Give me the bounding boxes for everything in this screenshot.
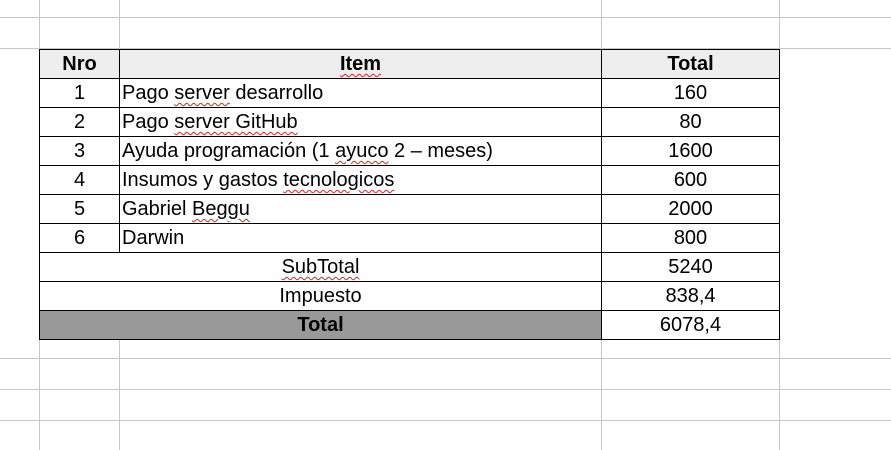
grand-total-label-cell[interactable]: Total [39, 310, 602, 340]
item-text-misspelled: server [174, 82, 230, 104]
cell-item[interactable]: Darwin [119, 223, 602, 253]
item-text-misspelled: server GitHub [174, 111, 298, 133]
item-text: 2 – meses) [388, 140, 493, 162]
item-text: Pago [122, 82, 175, 104]
tax-row: Impuesto 838,4 [39, 281, 780, 311]
spreadsheet-area[interactable]: Nro Item Total 1 Pago server desarrollo … [0, 0, 891, 450]
grid-line [0, 420, 891, 421]
grid-line [0, 389, 891, 390]
header-total-label: Total [667, 53, 714, 75]
cell-item[interactable]: Pago server GitHub [119, 107, 602, 137]
cell-item[interactable]: Pago server desarrollo [119, 78, 602, 108]
grid-line [0, 358, 891, 359]
item-text-misspelled: tecnologicos [283, 169, 395, 191]
item-text: desarrollo [229, 82, 324, 104]
cell-total[interactable]: 800 [601, 223, 780, 253]
cell-item[interactable]: Insumos y gastos tecnologicos [119, 165, 602, 195]
grand-total-row: Total 6078,4 [39, 310, 780, 340]
grand-total-value[interactable]: 6078,4 [601, 310, 780, 340]
cell-nro[interactable]: 5 [39, 194, 120, 224]
item-text-misspelled: Beggu [192, 198, 250, 220]
cell-nro[interactable]: 1 [39, 78, 120, 108]
grid-line [0, 17, 891, 18]
cell-total[interactable]: 80 [601, 107, 780, 137]
cell-nro[interactable]: 6 [39, 223, 120, 253]
table-row: 5 Gabriel Beggu 2000 [39, 194, 780, 224]
subtotal-value[interactable]: 5240 [601, 252, 780, 282]
table-row: 4 Insumos y gastos tecnologicos 600 [39, 165, 780, 195]
subtotal-row: SubTotal 5240 [39, 252, 780, 282]
header-cell-nro[interactable]: Nro [39, 49, 120, 79]
table-row: 2 Pago server GitHub 80 [39, 107, 780, 137]
grand-total-label: Total [297, 314, 344, 336]
item-text-misspelled: ayuco [335, 140, 389, 162]
item-text: Gabriel [122, 198, 193, 220]
cell-total[interactable]: 1600 [601, 136, 780, 166]
table-row: 3 Ayuda programación (1 ayuco 2 – meses)… [39, 136, 780, 166]
table-row: 1 Pago server desarrollo 160 [39, 78, 780, 108]
tax-value[interactable]: 838,4 [601, 281, 780, 311]
cell-item[interactable]: Ayuda programación (1 ayuco 2 – meses) [119, 136, 602, 166]
cell-nro[interactable]: 2 [39, 107, 120, 137]
subtotal-label: SubTotal [281, 256, 360, 278]
cell-total[interactable]: 160 [601, 78, 780, 108]
invoice-table: Nro Item Total 1 Pago server desarrollo … [39, 49, 780, 340]
subtotal-label-cell[interactable]: SubTotal [39, 252, 602, 282]
cell-item[interactable]: Gabriel Beggu [119, 194, 602, 224]
item-text: Insumos y gastos [122, 169, 284, 191]
header-item-label: Item [339, 53, 382, 75]
tax-label: Impuesto [279, 285, 362, 307]
table-header-row: Nro Item Total [39, 49, 780, 79]
table-row: 6 Darwin 800 [39, 223, 780, 253]
cell-total[interactable]: 600 [601, 165, 780, 195]
cell-total[interactable]: 2000 [601, 194, 780, 224]
header-cell-total[interactable]: Total [601, 49, 780, 79]
header-cell-item[interactable]: Item [119, 49, 602, 79]
item-text: Darwin [122, 227, 185, 249]
cell-nro[interactable]: 3 [39, 136, 120, 166]
item-text: Ayuda programación (1 [122, 140, 336, 162]
header-nro-label: Nro [62, 53, 97, 75]
item-text: Pago [122, 111, 175, 133]
tax-label-cell[interactable]: Impuesto [39, 281, 602, 311]
cell-nro[interactable]: 4 [39, 165, 120, 195]
